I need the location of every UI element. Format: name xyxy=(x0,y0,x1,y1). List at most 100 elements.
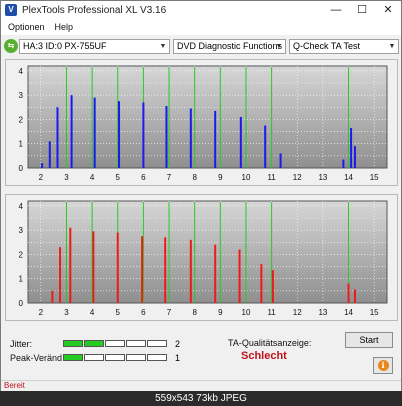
image-caption: 559x543 73kb JPEG xyxy=(155,393,247,404)
data-bar xyxy=(214,244,217,303)
close-button[interactable]: ✕ xyxy=(375,1,401,19)
meter-segment xyxy=(147,354,167,361)
data-bar xyxy=(271,270,274,303)
y-tick-label: 3 xyxy=(19,226,24,235)
minimize-button[interactable]: — xyxy=(323,1,349,19)
meter-segment xyxy=(63,354,83,361)
peak-change-meter xyxy=(63,354,167,361)
x-tick-label: 3 xyxy=(64,308,69,317)
x-tick-label: 5 xyxy=(116,308,121,317)
jitter-label: Jitter: xyxy=(10,339,33,349)
x-tick-label: 10 xyxy=(242,308,251,317)
x-tick-label: 3 xyxy=(64,173,69,182)
x-tick-label: 2 xyxy=(39,173,44,182)
x-tick-label: 8 xyxy=(192,308,197,317)
x-tick-label: 5 xyxy=(116,173,121,182)
x-tick-label: 2 xyxy=(39,308,44,317)
start-button[interactable]: Start xyxy=(345,332,393,348)
drive-select[interactable]: HA:3 ID:0 PX-755UF ▼ xyxy=(19,39,170,54)
menu-optionen[interactable]: Optionen xyxy=(5,22,48,32)
x-tick-label: 6 xyxy=(141,173,146,182)
drive-select-value: HA:3 ID:0 PX-755UF xyxy=(23,41,107,51)
data-bar xyxy=(116,232,119,303)
x-tick-label: 9 xyxy=(218,173,223,182)
info-icon: i xyxy=(377,360,389,371)
maximize-button[interactable]: ☐ xyxy=(349,1,375,19)
data-bar xyxy=(214,110,217,168)
data-bar xyxy=(164,237,167,303)
x-tick-label: 12 xyxy=(293,308,302,317)
test-select[interactable]: Q-Check TA Test ▼ xyxy=(289,39,399,54)
title-bar[interactable]: V PlexTools Professional XL V3.16 — ☐ ✕ xyxy=(1,1,401,19)
data-bar xyxy=(141,236,144,303)
x-tick-label: 11 xyxy=(267,308,276,317)
info-button[interactable]: i xyxy=(373,357,393,374)
data-bar xyxy=(347,283,350,303)
data-bar xyxy=(342,159,345,168)
jitter-meter xyxy=(63,340,167,347)
y-tick-label: 0 xyxy=(19,164,24,173)
x-tick-label: 11 xyxy=(267,173,276,182)
x-tick-label: 8 xyxy=(192,173,197,182)
data-bar xyxy=(69,227,72,303)
drive-icon[interactable]: ⇆ xyxy=(4,39,18,53)
x-tick-label: 10 xyxy=(242,173,251,182)
peak-change-label: Peak-Veränd xyxy=(10,353,63,363)
test-select-value: Q-Check TA Test xyxy=(293,41,361,51)
x-tick-label: 9 xyxy=(218,308,223,317)
data-bar xyxy=(93,97,96,168)
data-bar xyxy=(350,127,353,168)
x-tick-label: 14 xyxy=(344,173,353,182)
toolbar: ⇆ HA:3 ID:0 PX-755UF ▼ DVD Diagnostic Fu… xyxy=(1,37,401,55)
data-bar xyxy=(353,289,356,303)
data-bar xyxy=(165,106,168,168)
chevron-down-icon[interactable]: ▼ xyxy=(387,40,397,53)
meter-segment xyxy=(105,354,125,361)
meter-segment xyxy=(126,354,146,361)
data-bar xyxy=(264,125,267,168)
data-bar xyxy=(56,107,59,168)
data-bar xyxy=(353,146,356,168)
app-window: V PlexTools Professional XL V3.16 — ☐ ✕ … xyxy=(0,0,402,391)
x-tick-label: 6 xyxy=(141,308,146,317)
result-panel: Jitter: 2 Peak-Veränd 1 TA-Qualitätsanze… xyxy=(5,323,398,379)
function-select[interactable]: DVD Diagnostic Functions ▼ xyxy=(173,39,286,54)
ta-chart-bottom: 0 1 2 3 4 2 3 4 5 6 7 8 9 10 11 12 13 14 15 xyxy=(5,194,398,321)
status-text: Bereit xyxy=(4,381,25,390)
data-bar xyxy=(59,247,62,303)
data-bar xyxy=(260,264,263,303)
y-tick-label: 1 xyxy=(19,140,24,149)
data-bar xyxy=(41,163,44,168)
chevron-down-icon[interactable]: ▼ xyxy=(274,40,284,53)
meter-segment xyxy=(126,340,146,347)
ta-quality-result: Schlecht xyxy=(241,350,287,362)
data-bar xyxy=(92,231,95,303)
jitter-value: 2 xyxy=(175,339,181,349)
x-tick-label: 15 xyxy=(370,308,379,317)
meter-segment xyxy=(84,354,104,361)
menu-help[interactable]: Help xyxy=(52,22,77,32)
app-icon: V xyxy=(5,4,17,16)
data-bar xyxy=(142,102,145,168)
y-tick-label: 0 xyxy=(19,299,24,308)
y-tick-label: 2 xyxy=(19,250,24,259)
ta-chart-bottom-svg: 012342 3 4 5 6 7 8 9 10 11 12 13 14 15 xyxy=(19,200,388,317)
data-bar xyxy=(239,117,242,168)
y-tick-label: 1 xyxy=(19,275,24,284)
y-tick-label: 4 xyxy=(19,67,24,76)
meter-segment xyxy=(63,340,83,347)
plot-area xyxy=(27,200,388,304)
y-tick-label: 4 xyxy=(19,202,24,211)
window-title: PlexTools Professional XL V3.16 xyxy=(22,4,167,16)
x-tick-label: 14 xyxy=(344,308,353,317)
plot-area xyxy=(27,65,388,169)
y-tick-label: 2 xyxy=(19,115,24,124)
status-bar: Bereit xyxy=(1,380,401,391)
chevron-down-icon[interactable]: ▼ xyxy=(158,40,168,53)
peak-change-value: 1 xyxy=(175,353,181,363)
data-bar xyxy=(70,95,73,168)
data-bar xyxy=(189,108,192,168)
x-tick-label: 4 xyxy=(90,308,95,317)
data-bar xyxy=(48,141,51,168)
ta-quality-label: TA-Qualitätsanzeige: xyxy=(228,338,312,348)
